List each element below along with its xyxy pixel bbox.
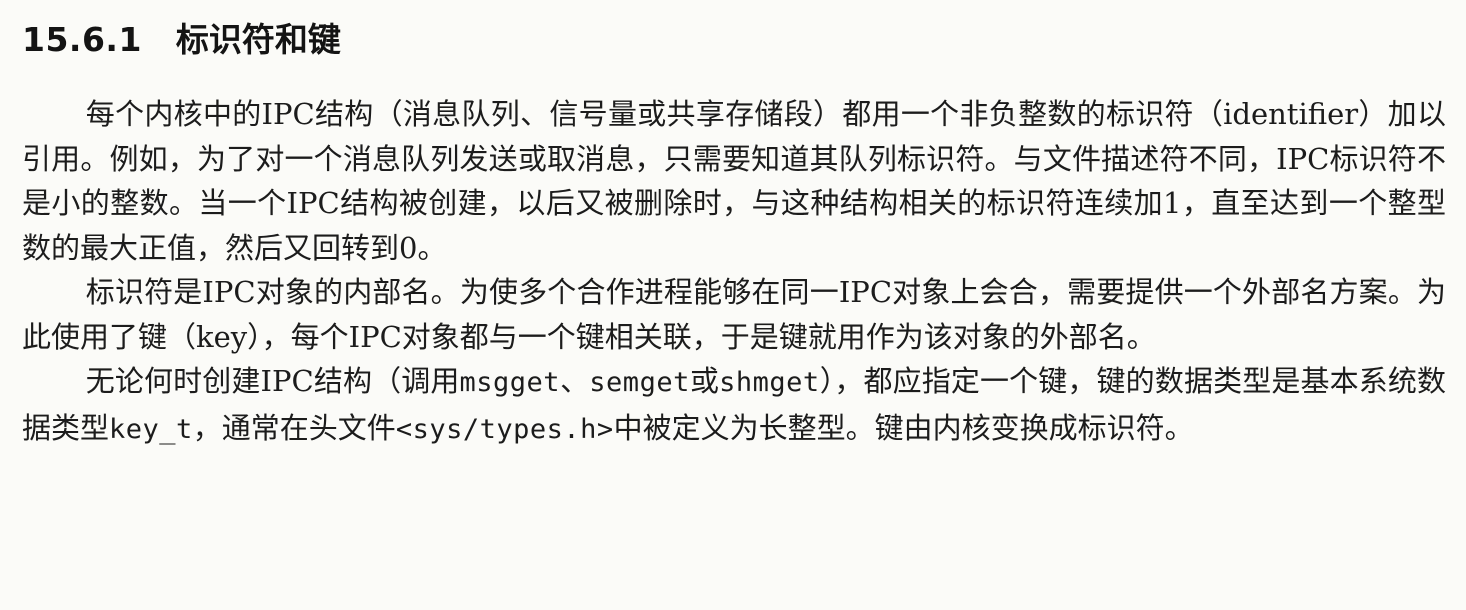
code-identifier: key_t: [109, 413, 193, 445]
text-run: 无论何时创建IPC结构（调用: [85, 364, 460, 398]
code-identifier: shmget: [719, 367, 820, 398]
section-number: 15.6.1: [22, 20, 142, 59]
text-run: 中被定义为长整型。键由内核变换成标识符。: [613, 410, 1194, 445]
paragraph-key-type: 无论何时创建IPC结构（调用msgget、semget或shmget），都应指定…: [22, 359, 1446, 452]
paragraph-line: 标识符是IPC对象的内部名。为使多个合作进程能够在同一IPC对象上会合，需要提供…: [85, 275, 1243, 309]
paragraph-line: 每个内核中的IPC结构（消息队列、信号量或共享存储段）都用一个非负整数的标识符: [85, 97, 1194, 131]
document-page: 15.6.1 标识符和键 每个内核中的IPC结构（消息队列、信号量或共享存储段）…: [0, 0, 1466, 610]
section-title: 标识符和键: [175, 20, 341, 59]
section-heading: 15.6.1 标识符和键: [22, 14, 1446, 66]
text-run: ，通常在头文件: [192, 410, 396, 445]
text-run: 或: [689, 364, 720, 398]
code-identifier: msgget: [459, 367, 561, 398]
paragraph-identifier: 每个内核中的IPC结构（消息队列、信号量或共享存储段）都用一个非负整数的标识符（…: [22, 92, 1446, 270]
code-identifier: semget: [589, 367, 690, 398]
code-identifier: <sys/types.h>: [395, 413, 614, 445]
paragraph-key: 标识符是IPC对象的内部名。为使多个合作进程能够在同一IPC对象上会合，需要提供…: [22, 270, 1446, 359]
text-run: 、: [560, 364, 590, 398]
paragraph-line: 的外部名。: [1010, 319, 1156, 354]
